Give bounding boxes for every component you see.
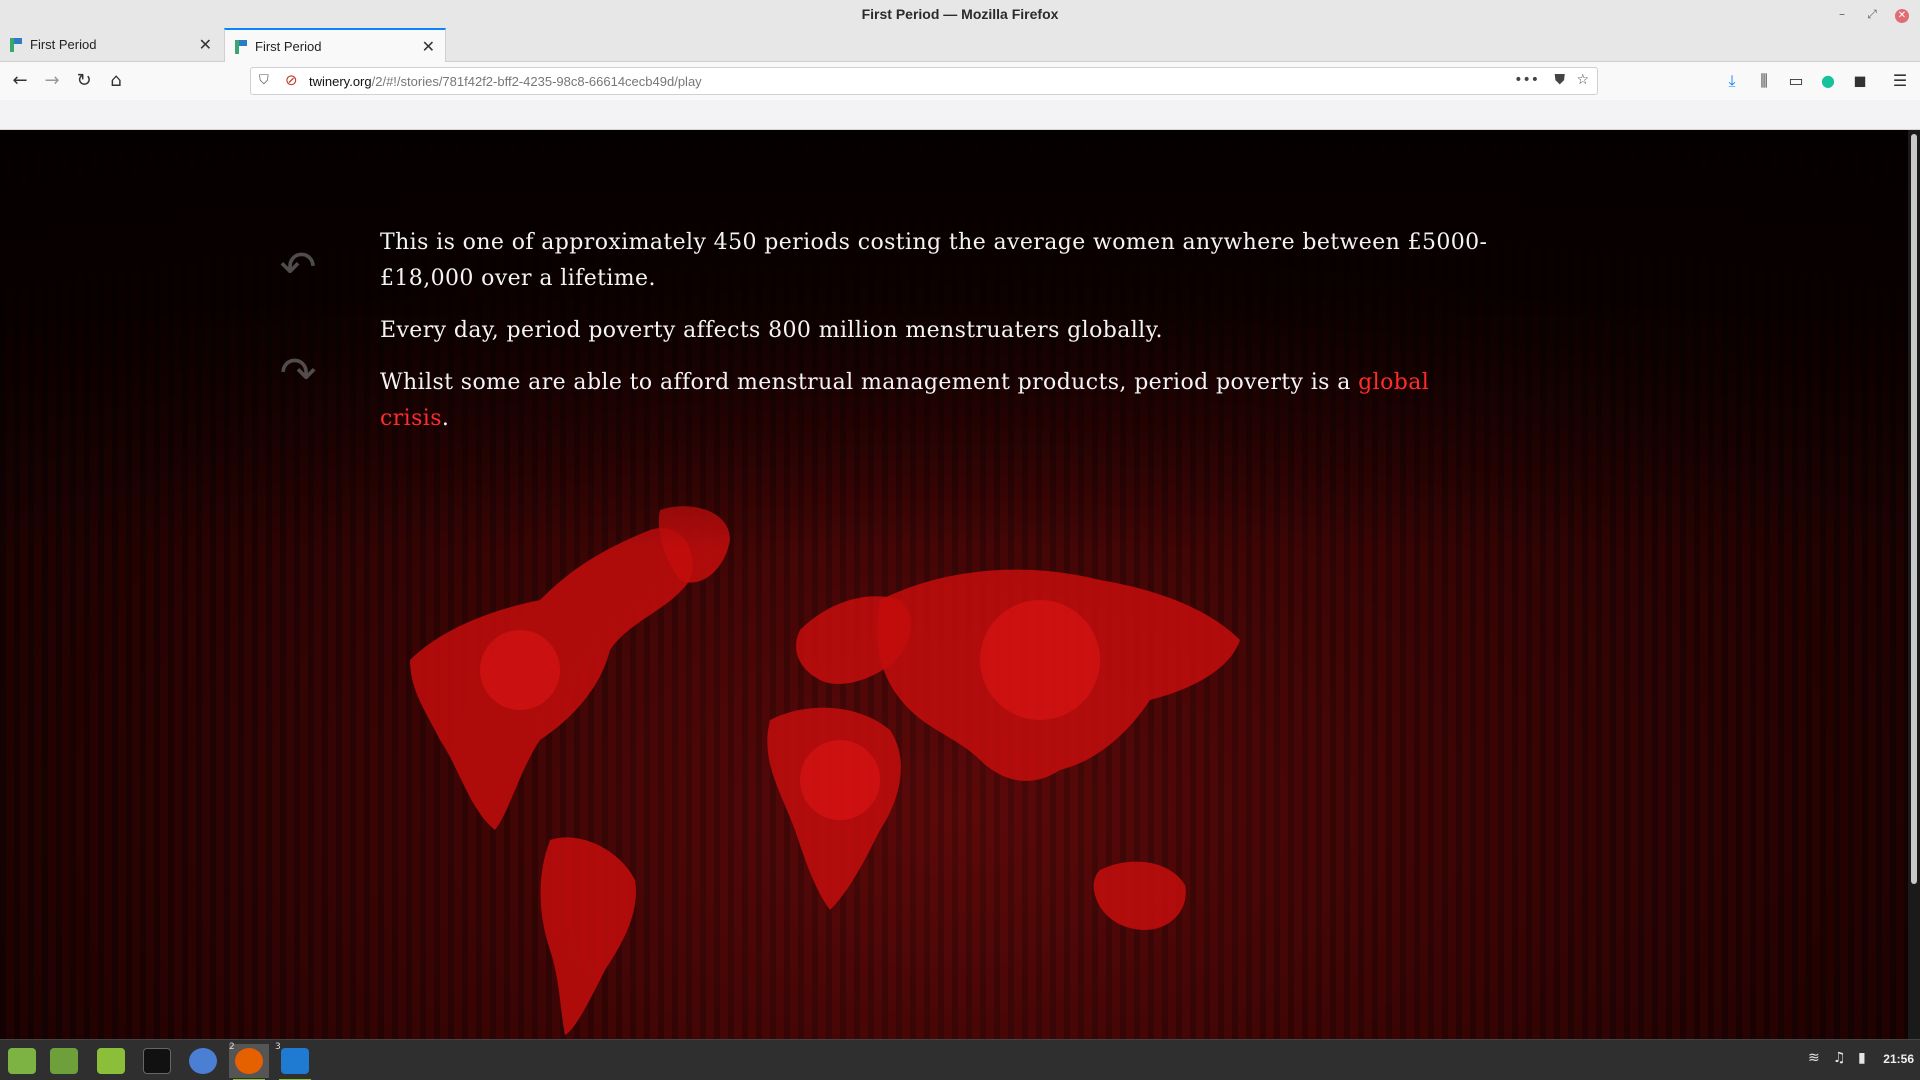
mint-menu-button[interactable] <box>2 1044 42 1078</box>
grammarly-icon: ● <box>1821 71 1835 90</box>
paragraph-3-period: . <box>441 406 450 431</box>
system-taskbar: 2 3 ≋ ♫ ▮ 21:56 <box>0 1039 1920 1080</box>
chromium-icon <box>189 1048 217 1074</box>
firefox-icon <box>235 1048 263 1074</box>
scrollbar-thumb[interactable] <box>1911 134 1917 884</box>
files-icon <box>97 1048 125 1074</box>
download-arrow-icon: ⤓ <box>1728 71 1736 90</box>
reload-icon: ↻ <box>76 70 92 91</box>
battery-icon[interactable]: ▮ <box>1858 1050 1866 1066</box>
sound-icon[interactable]: ♫ <box>1833 1050 1846 1066</box>
twine-favicon-icon <box>10 38 22 52</box>
show-desktop-icon <box>50 1048 78 1074</box>
window-count-badge: 3 <box>275 1042 281 1052</box>
terminal-icon <box>143 1048 171 1074</box>
page-scrollbar[interactable] <box>1908 130 1920 1039</box>
tab-close-icon[interactable]: ✕ <box>199 35 212 55</box>
sidebar-icon: ▭ <box>1788 71 1804 90</box>
library-button[interactable]: ⫼ <box>1752 69 1776 93</box>
terminal-button[interactable] <box>137 1044 177 1078</box>
extension-icon: ◼ <box>1853 71 1867 90</box>
twine-favicon-icon <box>235 40 247 54</box>
chromium-button[interactable] <box>183 1044 223 1078</box>
reload-button[interactable]: ↻ <box>72 69 96 93</box>
passage-paragraph-2: Every day, period poverty affects 800 mi… <box>380 318 1163 343</box>
redo-button[interactable]: ↷ <box>270 352 326 396</box>
library-icon: ⫼ <box>1760 71 1768 90</box>
toolbar-spacer <box>0 100 1920 130</box>
show-desktop-button[interactable] <box>44 1044 84 1078</box>
tab-first-period-1[interactable]: First Period ✕ <box>0 28 222 62</box>
close-window-button[interactable]: ✕ <box>1892 4 1912 24</box>
clock[interactable]: 21:56 <box>1883 1052 1914 1066</box>
extension-button[interactable]: ◼ <box>1848 69 1872 93</box>
window-title: First Period — Mozilla Firefox <box>861 6 1059 22</box>
pocket-icon[interactable]: ⛊ <box>1555 72 1566 88</box>
close-icon: ✕ <box>1895 9 1909 23</box>
paragraph-3-text: Whilst some are able to afford menstrual… <box>380 370 1359 395</box>
downloads-button[interactable]: ⤓ <box>1720 69 1744 93</box>
url-host: twinery.org <box>309 74 372 89</box>
window-titlebar: First Period — Mozilla Firefox – ⤢ ✕ <box>0 0 1920 28</box>
url-text[interactable]: twinery.org/2/#!/stories/781f42f2-bff2-4… <box>309 74 702 89</box>
minimize-button[interactable]: – <box>1832 4 1852 24</box>
tab-bar: First Period ✕ First Period ✕ + <box>0 28 1920 83</box>
vscode-button[interactable]: 3 <box>275 1042 315 1080</box>
tab-close-icon[interactable]: ✕ <box>422 37 435 57</box>
vscode-icon <box>281 1048 309 1074</box>
world-map-image <box>410 506 1240 1035</box>
bookmark-star-icon[interactable]: ☆ <box>1576 72 1589 88</box>
navigation-toolbar: ← → ↻ ⌂ ⛉ ⊘ twinery.org/2/#!/stories/781… <box>0 62 1920 100</box>
address-bar[interactable]: ⛉ ⊘ twinery.org/2/#!/stories/781f42f2-bf… <box>250 67 1598 95</box>
menu-button[interactable]: ☰ <box>1888 69 1912 93</box>
hamburger-menu-icon: ☰ <box>1892 71 1908 90</box>
tracking-shield-icon[interactable]: ⛉ <box>259 73 269 88</box>
story-passage: This is one of approximately 450 periods… <box>380 225 1500 453</box>
home-icon: ⌂ <box>110 70 122 91</box>
window-count-badge: 2 <box>229 1042 235 1052</box>
sidebar-button[interactable]: ▭ <box>1784 69 1808 93</box>
forward-arrow-icon: → <box>44 70 60 91</box>
home-button[interactable]: ⌂ <box>104 69 128 93</box>
redo-icon: ↷ <box>279 348 317 399</box>
wifi-icon[interactable]: ≋ <box>1808 1050 1820 1066</box>
undo-icon: ↶ <box>279 242 317 293</box>
mint-menu-icon <box>8 1048 36 1074</box>
back-arrow-icon: ← <box>12 70 28 91</box>
tab-first-period-2[interactable]: First Period ✕ <box>224 28 446 62</box>
passage-paragraph-1: This is one of approximately 450 periods… <box>380 230 1488 291</box>
grammarly-extension-button[interactable]: ● <box>1816 69 1840 93</box>
forward-button[interactable]: → <box>40 69 64 93</box>
tab-label: First Period <box>30 37 97 52</box>
firefox-button[interactable]: 2 <box>229 1042 269 1080</box>
back-button[interactable]: ← <box>8 69 32 93</box>
tab-label: First Period <box>255 39 322 54</box>
passage-paragraph-3: Whilst some are able to afford menstrual… <box>380 365 1500 437</box>
insecure-connection-icon[interactable]: ⊘ <box>285 71 298 89</box>
page-actions-icon[interactable]: ••• <box>1514 72 1539 88</box>
undo-button[interactable]: ↶ <box>270 246 326 290</box>
files-button[interactable] <box>91 1044 131 1078</box>
story-viewport: ↶ ↷ This is one of approximately 450 per… <box>0 130 1908 1039</box>
maximize-button[interactable]: ⤢ <box>1862 4 1882 24</box>
url-path: /2/#!/stories/781f42f2-bff2-4235-98c8-66… <box>371 74 702 89</box>
